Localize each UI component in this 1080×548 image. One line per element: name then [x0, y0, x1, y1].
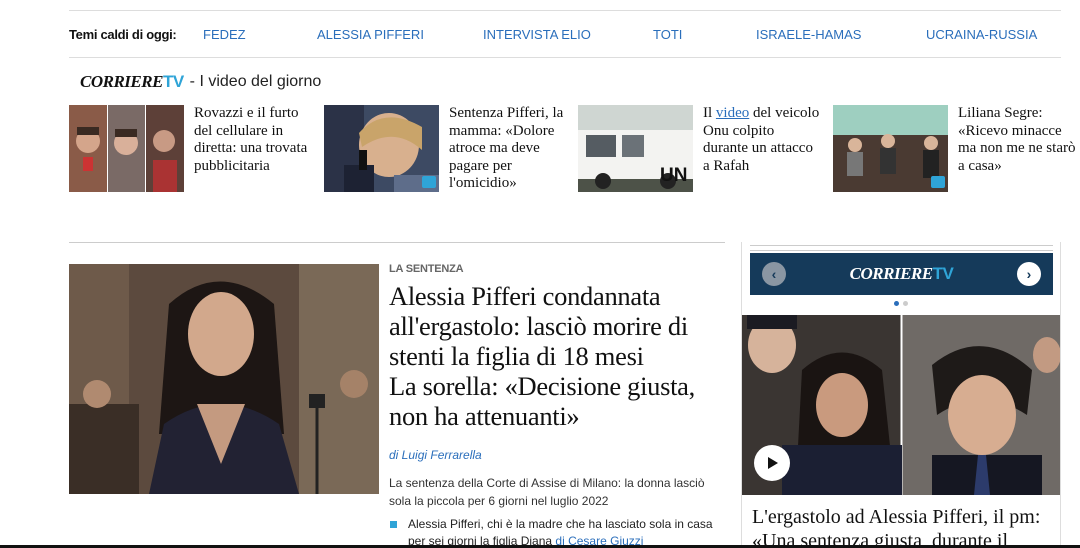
corriere-tv-logo[interactable]: CORRIERETV: [80, 72, 184, 92]
article-byline[interactable]: di Luigi Ferrarella: [389, 448, 482, 462]
corriere-tv-widget: ‹ CORRIERETV › L'ergastolo ad Alessia Pi: [741, 242, 1061, 548]
video-title[interactable]: Il video del veicolo Onu colpito durante…: [703, 105, 821, 175]
widget-top-rule: [750, 245, 1053, 251]
corriere-tv-subtitle: - I video del giorno: [189, 73, 322, 90]
video-card[interactable]: Liliana Segre: «Ricevo minacce ma non me…: [833, 105, 1076, 195]
related-article[interactable]: Alessia Pifferi, chi è la madre che ha l…: [389, 516, 725, 548]
video-title[interactable]: Rovazzi e il furto del cellulare in dire…: [194, 105, 312, 175]
video-card[interactable]: Sentenza Pifferi, la mamma: «Dolore atro…: [324, 105, 564, 195]
corriere-tv-badge-icon: [931, 176, 945, 188]
topic-link-fedez[interactable]: FEDEZ: [203, 27, 246, 42]
article-kicker: LA SENTENZA: [389, 263, 464, 275]
video-thumbnail[interactable]: UN: [578, 105, 693, 192]
video-card[interactable]: UN Il video del veicolo Onu colpito dura…: [578, 105, 821, 195]
widget-video-title[interactable]: L'ergastolo ad Alessia Pifferi, il pm: «…: [752, 505, 1057, 548]
video-link[interactable]: video: [716, 105, 749, 121]
video-thumbnail[interactable]: [324, 105, 439, 192]
topic-link-alessia-pifferi[interactable]: ALESSIA PIFFERI: [317, 27, 424, 42]
play-icon[interactable]: [754, 445, 790, 481]
topic-link-toti[interactable]: TOTI: [653, 27, 682, 42]
un-label: UN: [660, 165, 688, 186]
topic-link-ucraina-russia[interactable]: UCRAINA-RUSSIA: [926, 27, 1037, 42]
section-divider: [69, 242, 725, 243]
hot-topics-bar: Temi caldi di oggi: FEDEZ ALESSIA PIFFER…: [69, 10, 1061, 58]
widget-header-bar: ‹ CORRIERETV ›: [750, 253, 1053, 295]
corriere-tv-header: CORRIERETV - I video del giorno: [80, 71, 321, 93]
next-arrow-icon[interactable]: ›: [1017, 262, 1041, 286]
carousel-dots: [894, 301, 908, 306]
topic-link-israele-hamas[interactable]: ISRAELE-HAMAS: [756, 27, 861, 42]
video-title[interactable]: Sentenza Pifferi, la mamma: «Dolore atro…: [449, 105, 567, 193]
article-summary: La sentenza della Corte di Assise di Mil…: [389, 476, 705, 508]
video-thumbnail[interactable]: [69, 105, 184, 192]
topic-link-intervista-elio[interactable]: INTERVISTA ELIO: [483, 27, 591, 42]
article-hero-image[interactable]: [69, 264, 379, 494]
video-title[interactable]: Liliana Segre: «Ricevo minacce ma non me…: [958, 105, 1076, 175]
video-card[interactable]: Rovazzi e il furto del cellulare in dire…: [69, 105, 309, 195]
corriere-tv-badge-icon: [422, 176, 436, 188]
carousel-dot-active[interactable]: [894, 301, 899, 306]
article-headline[interactable]: Alessia Pifferi condannata all'ergastolo…: [389, 281, 729, 431]
widget-video-thumbnail[interactable]: [742, 315, 1060, 495]
video-thumbnail[interactable]: [833, 105, 948, 192]
hot-topics-label: Temi caldi di oggi:: [69, 27, 177, 42]
carousel-dot[interactable]: [903, 301, 908, 306]
bullet-square-icon: [390, 521, 397, 528]
widget-corriere-tv-logo[interactable]: CORRIERETV: [750, 264, 1053, 284]
